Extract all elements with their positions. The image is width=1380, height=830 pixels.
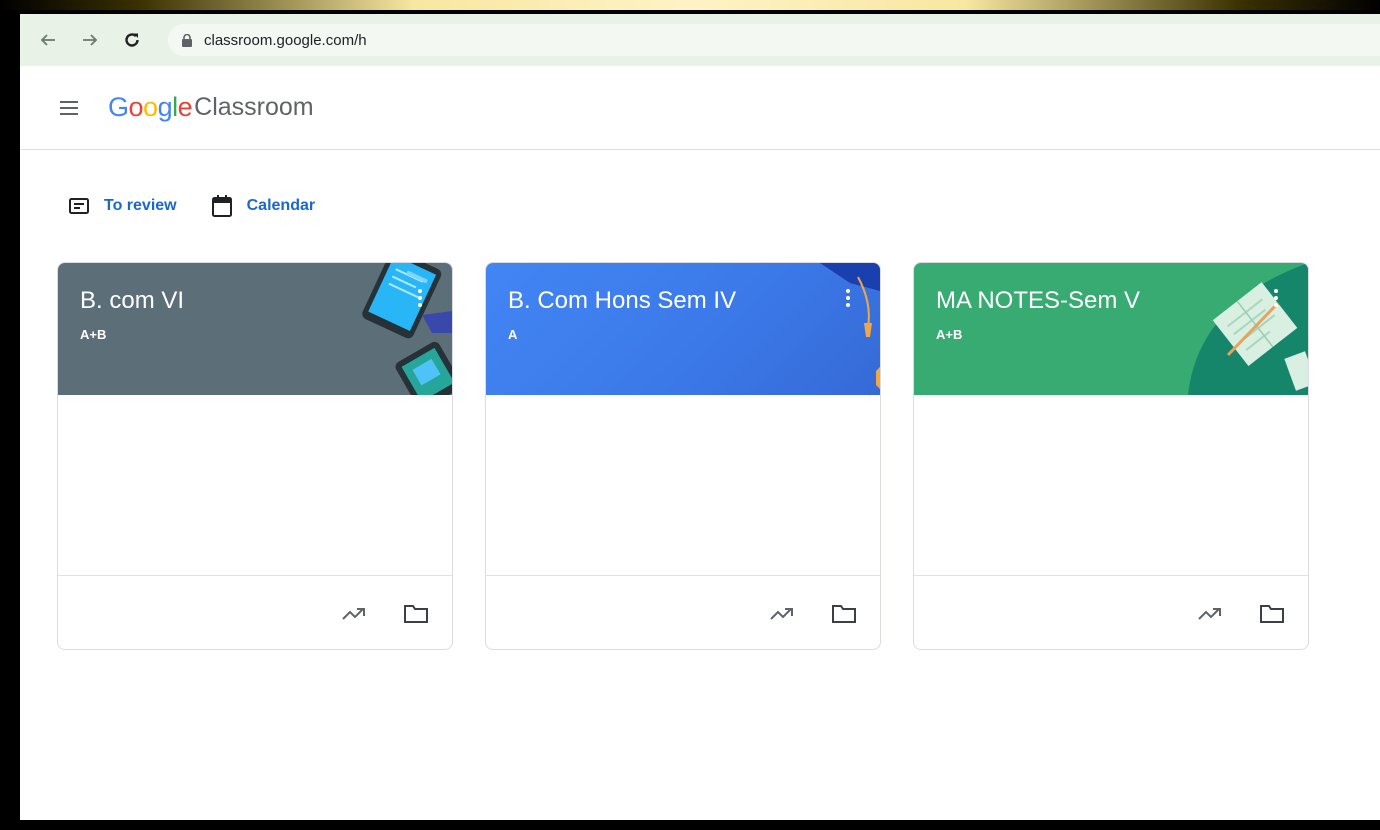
calendar-icon (211, 195, 232, 217)
class-card-footer (486, 575, 880, 649)
class-card-grid: B. com VI A+B B. Com Hons Sem IV A MA NO… (57, 262, 1309, 650)
class-card[interactable]: MA NOTES-Sem V A+B (913, 262, 1309, 650)
trending-up-icon (342, 607, 365, 620)
open-gradebook-button[interactable] (766, 598, 798, 630)
class-title[interactable]: B. com VI (80, 287, 452, 315)
app-header: Google Classroom (20, 66, 1380, 150)
folder-icon (1260, 604, 1284, 623)
open-gradebook-button[interactable] (338, 598, 370, 630)
class-card-header[interactable]: B. Com Hons Sem IV A (486, 263, 880, 395)
class-card[interactable]: B. Com Hons Sem IV A (485, 262, 881, 650)
arrow-right-icon (83, 34, 98, 46)
reload-icon (125, 33, 139, 47)
class-card-footer (58, 575, 452, 649)
folder-icon (832, 604, 856, 623)
trending-up-icon (770, 607, 793, 620)
class-title[interactable]: B. Com Hons Sem IV (508, 287, 880, 315)
class-card[interactable]: B. com VI A+B (57, 262, 453, 650)
forward-button[interactable] (78, 28, 102, 52)
url-text: classroom.google.com/h (204, 31, 367, 49)
open-folder-button[interactable] (828, 598, 860, 630)
trending-up-icon (1198, 607, 1221, 620)
class-card-footer (914, 575, 1308, 649)
back-button[interactable] (36, 28, 60, 52)
calendar-link[interactable]: Calendar (211, 194, 315, 218)
class-card-body (486, 395, 880, 575)
open-gradebook-button[interactable] (1194, 598, 1226, 630)
to-review-link[interactable]: To review (68, 196, 177, 216)
card-options-icon[interactable] (418, 289, 422, 307)
lock-icon (182, 33, 192, 47)
class-card-body (58, 395, 452, 575)
browser-window: classroom.google.com/h Google Classroom … (20, 14, 1380, 820)
calendar-label: Calendar (246, 197, 316, 214)
top-decorative-strip (0, 0, 1380, 10)
card-options-icon[interactable] (1274, 289, 1278, 307)
class-card-header[interactable]: MA NOTES-Sem V A+B (914, 263, 1308, 395)
class-section: A+B (80, 327, 107, 342)
shortcut-bar: To review Calendar (20, 150, 1380, 262)
to-review-label: To review (104, 197, 177, 214)
google-logo[interactable]: Google (108, 92, 193, 123)
class-title[interactable]: MA NOTES-Sem V (936, 287, 1308, 315)
reload-button[interactable] (120, 28, 144, 52)
folder-icon (404, 604, 428, 623)
main-menu-icon[interactable] (60, 100, 78, 115)
address-bar[interactable]: classroom.google.com/h (168, 24, 1380, 56)
card-options-icon[interactable] (846, 289, 850, 307)
to-review-icon (69, 198, 89, 214)
class-card-body (914, 395, 1308, 575)
class-section: A (508, 327, 518, 342)
browser-toolbar: classroom.google.com/h (20, 14, 1380, 66)
product-name: Classroom (194, 93, 314, 121)
arrow-left-icon (40, 34, 55, 46)
open-folder-button[interactable] (400, 598, 432, 630)
class-section: A+B (936, 327, 963, 342)
open-folder-button[interactable] (1256, 598, 1288, 630)
class-card-header[interactable]: B. com VI A+B (58, 263, 452, 395)
